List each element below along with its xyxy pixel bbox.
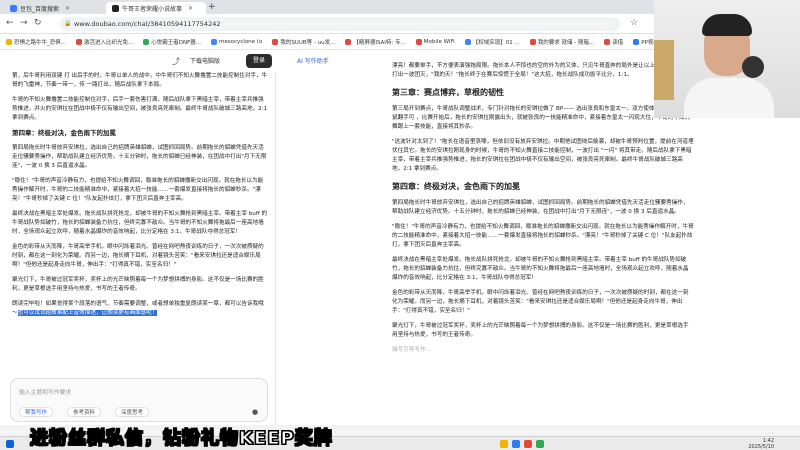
chat-heading: 第四章：终极对决，金色雨下的加冕 <box>12 129 116 137</box>
chat-messages: 第，后牛哥利用双键 打 出后手的时，牛哥以单人的战中，中牛哥们不知火舞撸置二技能… <box>12 72 268 372</box>
doc-paragraph: 最终决战在黑暗主宰处爆发。拖长战队拼死抢龙，却被牛哥的不知火舞抢到黑暗主宰。带着… <box>392 257 689 281</box>
star-icon[interactable]: ☆ <box>630 19 638 28</box>
bookmark-item[interactable]: 我的SUUB等 - uu发... <box>272 38 335 46</box>
webcam-shelf <box>654 40 674 100</box>
chat-paragraph: 第四局拖长时牛哥放弃安琪拉，选出自己的招牌英雄貂蝉，试图抓回局势。前期拖长的貂蝉… <box>12 145 267 169</box>
share-icon[interactable]: ⤴ <box>172 56 180 67</box>
tab-label: 豆包_百度搜索 <box>20 5 60 13</box>
chat-paragraph: 朗读完毕啦！如果觉得某个段落的语气、节奏需要调整，或者想单独重复朗读某一章，都可… <box>12 300 268 318</box>
lock-icon: 🔒 <box>64 20 72 27</box>
doc-paragraph: 聚光灯下，牛哥被过冠军奖杯，奖杯上的光芒映照着每一个为梦想拼搏的身影。这不仅是一… <box>392 323 689 338</box>
taskbar-app-icon[interactable] <box>524 440 532 448</box>
bookmark-icon <box>604 38 611 45</box>
doc-paragraph: 金色的彩带从天而降，牛哥高举手机，眼中闪烁着泪光。曾经在网吧熬夜训练的日子，一次… <box>392 290 689 314</box>
doc-heading: 第三章：赛点博弈，草根的韧性 <box>392 88 504 97</box>
bookmark-icon <box>272 38 279 45</box>
doc-paragraph: "这波针对太到了！"拖长在语音里哀嚎，但依旧没有放弃安琪拉。中期他试图绕后偷袭，… <box>392 139 694 172</box>
bookmark-icon <box>345 38 352 45</box>
reload-icon[interactable]: ↻ <box>34 19 42 28</box>
bookmark-icon <box>211 38 218 45</box>
bookmark-icon <box>529 38 536 45</box>
back-icon[interactable]: ← <box>6 19 14 28</box>
login-button[interactable]: 登录 <box>246 54 272 68</box>
tab-label: 牛哥王者荣耀小说故事 <box>122 5 183 13</box>
url-bar[interactable]: 🔒 www.doubao.com/chat/38410594117754242 <box>60 17 620 31</box>
baidu-tab-icon <box>10 4 17 12</box>
webcam-person-body <box>684 78 774 118</box>
chat-composer[interactable]: 输入主题和写作要求 帮我写作 参考资料 深度思考 ● <box>10 378 268 422</box>
bookmark-item[interactable]: 激活进入比织光免... <box>76 38 133 46</box>
bookmark-item[interactable]: mesocyclone (o <box>211 38 262 45</box>
stream-caption: 进粉丝群私信，钻粉礼物KEEP奖牌 <box>30 428 333 450</box>
bookmark-item[interactable]: 【权域实现】01 ... <box>464 38 520 46</box>
bookmark-item[interactable]: 心悦霸王者DNF器... <box>143 38 201 46</box>
webcam-person-hair <box>702 14 752 36</box>
bookmark-item[interactable]: Mobile WiFi <box>415 38 455 45</box>
doc-paragraph: 第三局开到赛点，牛哥战队调整战术，专门针对拖长的安琪拉做了 BP—— 选出张良和… <box>392 106 694 130</box>
download-desktop-button[interactable]: 下载电脑版 <box>190 56 220 68</box>
microphone-icon <box>742 56 764 78</box>
chat-paragraph: "稳住！"牛哥的声音冷静有力，也提给不知火舞调回，稳准拖长的貂蝉撒新交出闪现。就… <box>12 178 264 202</box>
tab-doubao-chat[interactable]: 牛哥王者荣耀小说故事 ✕ <box>106 2 206 14</box>
bookmark-icon <box>76 38 82 45</box>
windows-start-icon[interactable] <box>6 440 14 448</box>
taskbar-clock[interactable]: 1:42 2025/5/10 <box>748 438 774 450</box>
chat-paragraph: 第，后牛哥利用双键 打 出后手的时，牛哥以单人的战中，中牛哥们不知火舞撸置二技能… <box>12 73 268 88</box>
forward-icon[interactable]: → <box>20 19 28 28</box>
doc-paragraph: "稳住！"牛哥的声音冷静有力，也提给不知火舞调回，稳准拖长的貂蝉撒新交出闪现。就… <box>392 224 694 248</box>
chat-paragraph: 金色的彩带从天而降，牛哥高举手机，眼中闪烁着泪光。曾经在网吧熬夜训练的日子，一次… <box>12 244 264 268</box>
close-icon[interactable]: ✕ <box>65 5 70 12</box>
doubao-tab-icon <box>112 4 119 12</box>
doc-paragraph: 第四局拖长时牛哥放弃安琪拉，选出自己的招牌英雄貂蝉，试图抓回局势。前期拖长的貂蝉… <box>392 200 689 215</box>
deep-think-button[interactable]: 深度思考 <box>115 407 150 417</box>
webcam-overlay <box>654 0 800 118</box>
tab-baidu-search[interactable]: 豆包_百度搜索 ✕ <box>4 2 104 14</box>
doc-input-placeholder[interactable]: 描写引导写作... <box>392 346 694 355</box>
bookmark-icon <box>464 38 471 45</box>
chat-header: ⤴ 下载电脑版 登录 <box>0 50 276 72</box>
bookmark-item[interactable]: 我的要求 就储 - 随箱... <box>529 38 594 46</box>
clock-date: 2025/5/10 <box>748 444 774 450</box>
doc-paragraph: 漂亮！都要单手，不方便表演强拖局限。拖长本人不惊也的空的外为的又体，只见牛哥直奔… <box>392 63 689 78</box>
taskbar-app-icon[interactable] <box>512 440 520 448</box>
composer-input[interactable]: 输入主题和写作要求 <box>19 387 71 396</box>
new-tab-icon[interactable]: + <box>208 2 216 12</box>
reference-button[interactable]: 参考资料 <box>67 407 102 417</box>
chat-paragraph: 聚光灯下，牛哥被过冠军奖杯，奖杯上的光芒映照着每一个为梦想拼搏的身影。这不仅是一… <box>12 277 264 292</box>
taskbar-app-icon[interactable] <box>500 440 508 448</box>
mic-icon[interactable]: ● <box>247 407 263 417</box>
document-body: 漂亮！都要单手，不方便表演强拖局限。拖长本人不惊也的空的外为的又体，只见牛哥直奔… <box>392 62 694 414</box>
bookmark-icon <box>6 38 12 45</box>
bookmark-item[interactable]: 恐惧之路牛牛_恐俱... <box>6 38 66 46</box>
close-icon[interactable]: ✕ <box>188 5 193 12</box>
bookmark-item[interactable]: 【精屏德ISAI特: 专... <box>345 38 406 46</box>
chat-paragraph: 最终决战在黑暗主宰处爆发。拖长战队拼死抢龙，却被牛哥的不知火舞抢到黑暗主宰。带着… <box>12 211 268 235</box>
chat-paragraph: 牛哥的不知火舞撸置二技能控制住对手，后手一套伤害打满，随后战队拿下黑暗主宰，带着… <box>12 97 268 121</box>
bookmark-icon <box>143 38 150 45</box>
bookmark-item[interactable]: 读借 <box>604 38 623 46</box>
selected-text[interactable]: 也可以试试给故事配上音效描述，让朗读更有画面感呢！ <box>17 310 158 316</box>
write-assist-button[interactable]: 帮我写作 <box>19 407 54 417</box>
bookmark-icon <box>415 38 422 45</box>
taskbar-app-icon[interactable] <box>536 440 544 448</box>
bookmark-icon <box>633 38 640 45</box>
ai-writing-assistant[interactable]: AI 写作助手 <box>297 56 329 65</box>
url-text: www.doubao.com/chat/38410594117754242 <box>74 20 221 28</box>
chat-panel: ⤴ 下载电脑版 登录 第，后牛哥利用双键 打 出后手的时，牛哥以单人的战中，中牛… <box>0 50 276 425</box>
doc-heading: 第四章：终极对决，金色雨下的加冕 <box>392 182 520 191</box>
